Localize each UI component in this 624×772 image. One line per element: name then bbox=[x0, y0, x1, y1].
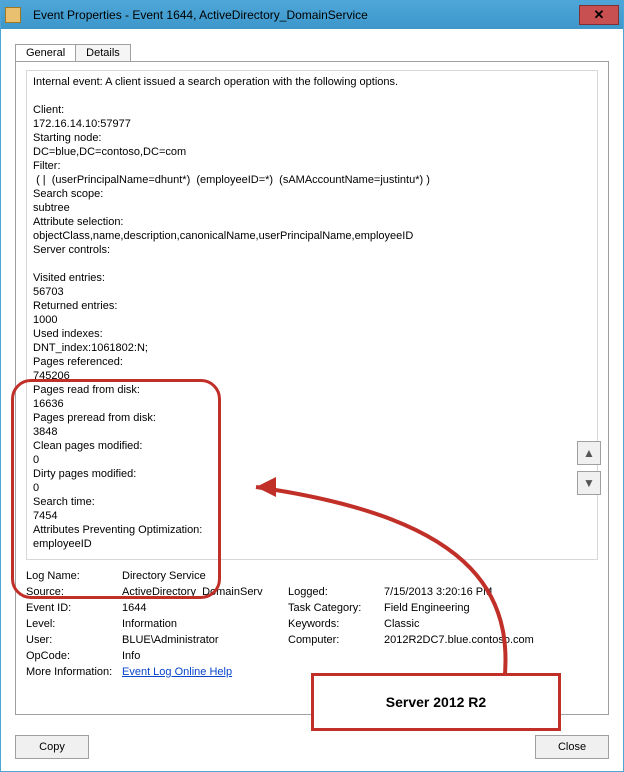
event-description[interactable]: Internal event: A client issued a search… bbox=[26, 70, 598, 560]
label-opcode: OpCode: bbox=[26, 650, 116, 662]
close-icon[interactable]: ✕ bbox=[579, 5, 619, 25]
label-user: User: bbox=[26, 634, 116, 646]
label-computer: Computer: bbox=[288, 634, 378, 646]
value-user: BLUE\Administrator bbox=[122, 634, 282, 646]
app-icon bbox=[5, 7, 21, 23]
label-keywords: Keywords: bbox=[288, 618, 378, 630]
label-level: Level: bbox=[26, 618, 116, 630]
value-taskcategory: Field Engineering bbox=[384, 602, 544, 614]
value-eventid: 1644 bbox=[122, 602, 282, 614]
value-source: ActiveDirectory_DomainServ bbox=[122, 586, 282, 598]
footer: Copy Close bbox=[1, 725, 623, 771]
window: Event Properties - Event 1644, ActiveDir… bbox=[0, 0, 624, 772]
arrow-down-icon: ▼ bbox=[583, 476, 595, 490]
window-title: Event Properties - Event 1644, ActiveDir… bbox=[29, 8, 579, 22]
nav-up-button[interactable]: ▲ bbox=[577, 441, 601, 465]
tab-general[interactable]: General bbox=[15, 44, 76, 61]
close-button[interactable]: Close bbox=[535, 735, 609, 759]
value-opcode: Info bbox=[122, 650, 282, 662]
value-keywords: Classic bbox=[384, 618, 544, 630]
link-moreinfo[interactable]: Event Log Online Help bbox=[122, 666, 544, 678]
nav-arrows: ▲ ▼ bbox=[577, 441, 601, 495]
tabstrip: General Details bbox=[15, 39, 609, 61]
client-area: General Details Internal event: A client… bbox=[1, 29, 623, 725]
tabpanel-general: Internal event: A client issued a search… bbox=[15, 61, 609, 715]
value-logged: 7/15/2013 3:20:16 PM bbox=[384, 586, 544, 598]
value-logname: Directory Service bbox=[122, 570, 282, 582]
titlebar: Event Properties - Event 1644, ActiveDir… bbox=[1, 1, 623, 29]
label-eventid: Event ID: bbox=[26, 602, 116, 614]
value-computer: 2012R2DC7.blue.contoso.com bbox=[384, 634, 544, 646]
tab-details[interactable]: Details bbox=[75, 44, 131, 61]
label-logged: Logged: bbox=[288, 586, 378, 598]
event-metadata: Log Name: Directory Service Source: Acti… bbox=[26, 570, 598, 678]
label-logname: Log Name: bbox=[26, 570, 116, 582]
value-level: Information bbox=[122, 618, 282, 630]
arrow-up-icon: ▲ bbox=[583, 446, 595, 460]
copy-button[interactable]: Copy bbox=[15, 735, 89, 759]
label-source: Source: bbox=[26, 586, 116, 598]
label-taskcategory: Task Category: bbox=[288, 602, 378, 614]
label-moreinfo: More Information: bbox=[26, 666, 116, 678]
nav-down-button[interactable]: ▼ bbox=[577, 471, 601, 495]
